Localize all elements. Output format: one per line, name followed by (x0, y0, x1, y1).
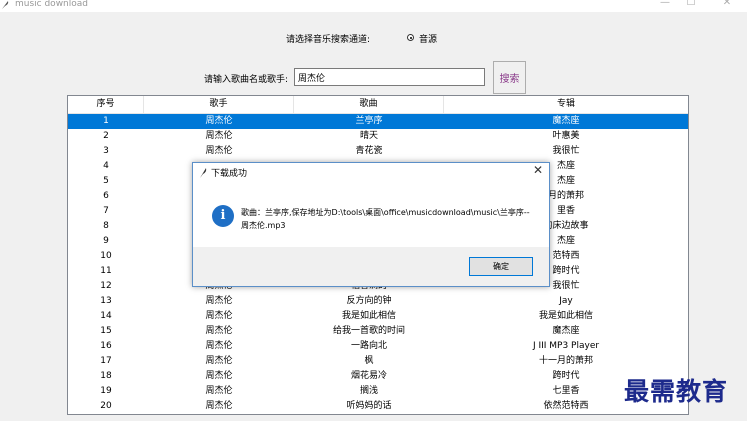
ok-button[interactable]: 确定 (469, 257, 533, 276)
row-index: 11 (100, 266, 112, 276)
row-singer: 周杰伦 (205, 386, 233, 396)
row-index: 10 (100, 251, 112, 261)
row-singer: 周杰伦 (205, 296, 233, 306)
row-song: 烟花易冷 (350, 371, 387, 381)
row-singer: 周杰伦 (205, 116, 233, 126)
row-song: 反方向的钟 (346, 296, 392, 306)
row-album: 我是如此相信 (538, 311, 593, 321)
row-album: 魔杰座 (552, 326, 580, 336)
table-row[interactable]: 17 周杰伦 枫 十一月的萧邦 (68, 354, 688, 369)
table-row[interactable]: 13 周杰伦 反方向的钟 Jay (68, 294, 688, 309)
row-index: 5 (103, 176, 109, 186)
row-index: 18 (100, 371, 112, 381)
feather-icon (200, 168, 207, 178)
row-song: 听妈妈的话 (346, 401, 392, 411)
row-index: 20 (100, 401, 112, 411)
row-index: 19 (100, 386, 112, 396)
row-singer: 周杰伦 (205, 131, 233, 141)
row-song: 搁浅 (359, 386, 378, 396)
maximize-button[interactable]: ☐ (681, 0, 701, 11)
row-index: 17 (100, 356, 112, 366)
channel-radio[interactable] (407, 34, 414, 41)
channel-label: 请选择音乐搜索通道: (286, 35, 371, 45)
row-album: Jay (559, 296, 573, 306)
row-song: 枫 (364, 356, 374, 366)
table-row-selected[interactable]: 1 周杰伦 兰亭序 魔杰座 (68, 114, 688, 129)
row-song: 给我一首歌的时间 (332, 326, 405, 336)
row-index: 4 (103, 161, 109, 171)
search-button[interactable]: 搜索 (493, 61, 526, 94)
title-bar: music download — ☐ ✕ (0, 0, 747, 12)
table-row[interactable]: 3 周杰伦 青花瓷 我很忙 (68, 144, 688, 159)
row-index: 16 (100, 341, 112, 351)
table-row[interactable]: 14 周杰伦 我是如此相信 我是如此相信 (68, 309, 688, 324)
row-index: 15 (100, 326, 112, 336)
dialog-close-button[interactable]: ✕ (533, 163, 543, 177)
minimize-button[interactable]: — (655, 0, 675, 11)
row-index: 13 (100, 296, 112, 306)
download-success-dialog: 下载成功 ✕ i 歌曲：兰亭序,保存地址为D:\tools\桌面\office\… (192, 162, 550, 287)
feather-icon (2, 1, 9, 9)
row-song: 青花瓷 (355, 146, 383, 156)
row-singer: 周杰伦 (205, 401, 233, 411)
row-song: 一路向北 (350, 341, 387, 351)
dialog-title: 下载成功 (211, 169, 248, 179)
row-song: 我是如此相信 (341, 311, 396, 321)
table-row[interactable]: 15 周杰伦 给我一首歌的时间 魔杰座 (68, 324, 688, 339)
column-header-singer[interactable]: 歌手 (144, 96, 294, 114)
table-row[interactable]: 2 周杰伦 晴天 叶惠美 (68, 129, 688, 144)
column-header-song[interactable]: 歌曲 (294, 96, 444, 114)
row-singer: 周杰伦 (205, 341, 233, 351)
search-input[interactable] (294, 68, 485, 86)
table-row[interactable]: 18 周杰伦 烟花易冷 跨时代 (68, 369, 688, 384)
row-singer: 周杰伦 (205, 326, 233, 336)
row-song: 兰亭序 (355, 116, 383, 126)
row-album: 我很忙 (552, 146, 580, 156)
row-album: J III MP3 Player (532, 341, 600, 351)
row-singer: 周杰伦 (205, 356, 233, 366)
watermark-logo: 最需教育 (624, 377, 729, 406)
search-label: 请输入歌曲名或歌手: (204, 75, 289, 85)
row-song: 晴天 (359, 131, 378, 141)
row-index: 6 (103, 191, 109, 201)
row-singer: 周杰伦 (205, 311, 233, 321)
window-title: music download (15, 0, 88, 9)
dialog-footer: 确定 (193, 247, 549, 286)
info-icon: i (212, 205, 234, 227)
row-album: 十一月的萧邦 (538, 356, 593, 366)
row-index: 3 (103, 146, 109, 156)
row-index: 9 (103, 236, 109, 246)
table-row[interactable]: 16 周杰伦 一路向北 J III MP3 Player (68, 339, 688, 354)
table-row[interactable]: 20 周杰伦 听妈妈的话 依然范特西 (68, 399, 688, 414)
row-album: 叶惠美 (552, 131, 580, 141)
row-album: 魔杰座 (552, 116, 580, 126)
row-index: 14 (100, 311, 112, 321)
column-header-index[interactable]: 序号 (68, 96, 144, 114)
row-index: 12 (100, 281, 112, 291)
row-singer: 周杰伦 (205, 371, 233, 381)
row-index: 1 (103, 116, 109, 126)
table-header: 序号 歌手 歌曲 专辑 (68, 96, 688, 114)
table-row[interactable]: 19 周杰伦 搁浅 七里香 (68, 384, 688, 399)
close-button[interactable]: ✕ (717, 0, 737, 11)
row-singer: 周杰伦 (205, 146, 233, 156)
row-index: 2 (103, 131, 109, 141)
channel-radio-label[interactable]: 音源 (419, 32, 437, 45)
row-index: 7 (103, 206, 109, 216)
column-header-album[interactable]: 专辑 (444, 96, 688, 114)
dialog-message: 歌曲：兰亭序,保存地址为D:\tools\桌面\office\musicdown… (241, 208, 530, 230)
row-index: 8 (103, 221, 109, 231)
